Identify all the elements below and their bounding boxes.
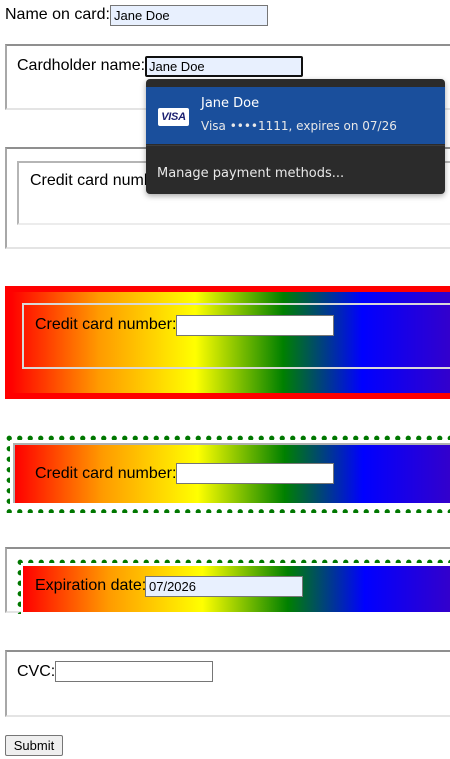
cvc-label: CVC: <box>17 663 56 680</box>
visa-logo-icon: VISA <box>158 108 189 126</box>
cardholder-name-input[interactable] <box>145 56 303 77</box>
cvc-input[interactable] <box>55 661 213 682</box>
expiration-date-label: Expiration date: <box>35 577 147 594</box>
submit-button[interactable]: Submit <box>5 735 63 756</box>
cardholder-name-label: Cardholder name: <box>17 57 146 74</box>
credit-card-number-label-3: Credit card number: <box>35 465 177 482</box>
manage-payment-methods-link[interactable]: Manage payment methods... <box>157 166 344 181</box>
expiration-date-input[interactable] <box>145 576 303 597</box>
dropdown-separator <box>146 145 445 146</box>
credit-card-number-label-2: Credit card number: <box>35 316 177 333</box>
autofill-suggestion-item[interactable]: VISA Jane Doe Visa ••••1111, expires on … <box>146 87 445 144</box>
name-on-card-input[interactable] <box>110 5 268 26</box>
suggestion-card-details: Visa ••••1111, expires on 07/26 <box>201 119 397 133</box>
credit-card-number-input-3[interactable] <box>176 463 334 484</box>
autofill-dropdown: VISA Jane Doe Visa ••••1111, expires on … <box>146 79 445 194</box>
suggestion-cardholder-name: Jane Doe <box>201 96 260 111</box>
red-rainbow-inner-border <box>22 303 450 369</box>
credit-card-number-input-2[interactable] <box>176 315 334 336</box>
name-on-card-label: Name on card: <box>5 6 110 23</box>
